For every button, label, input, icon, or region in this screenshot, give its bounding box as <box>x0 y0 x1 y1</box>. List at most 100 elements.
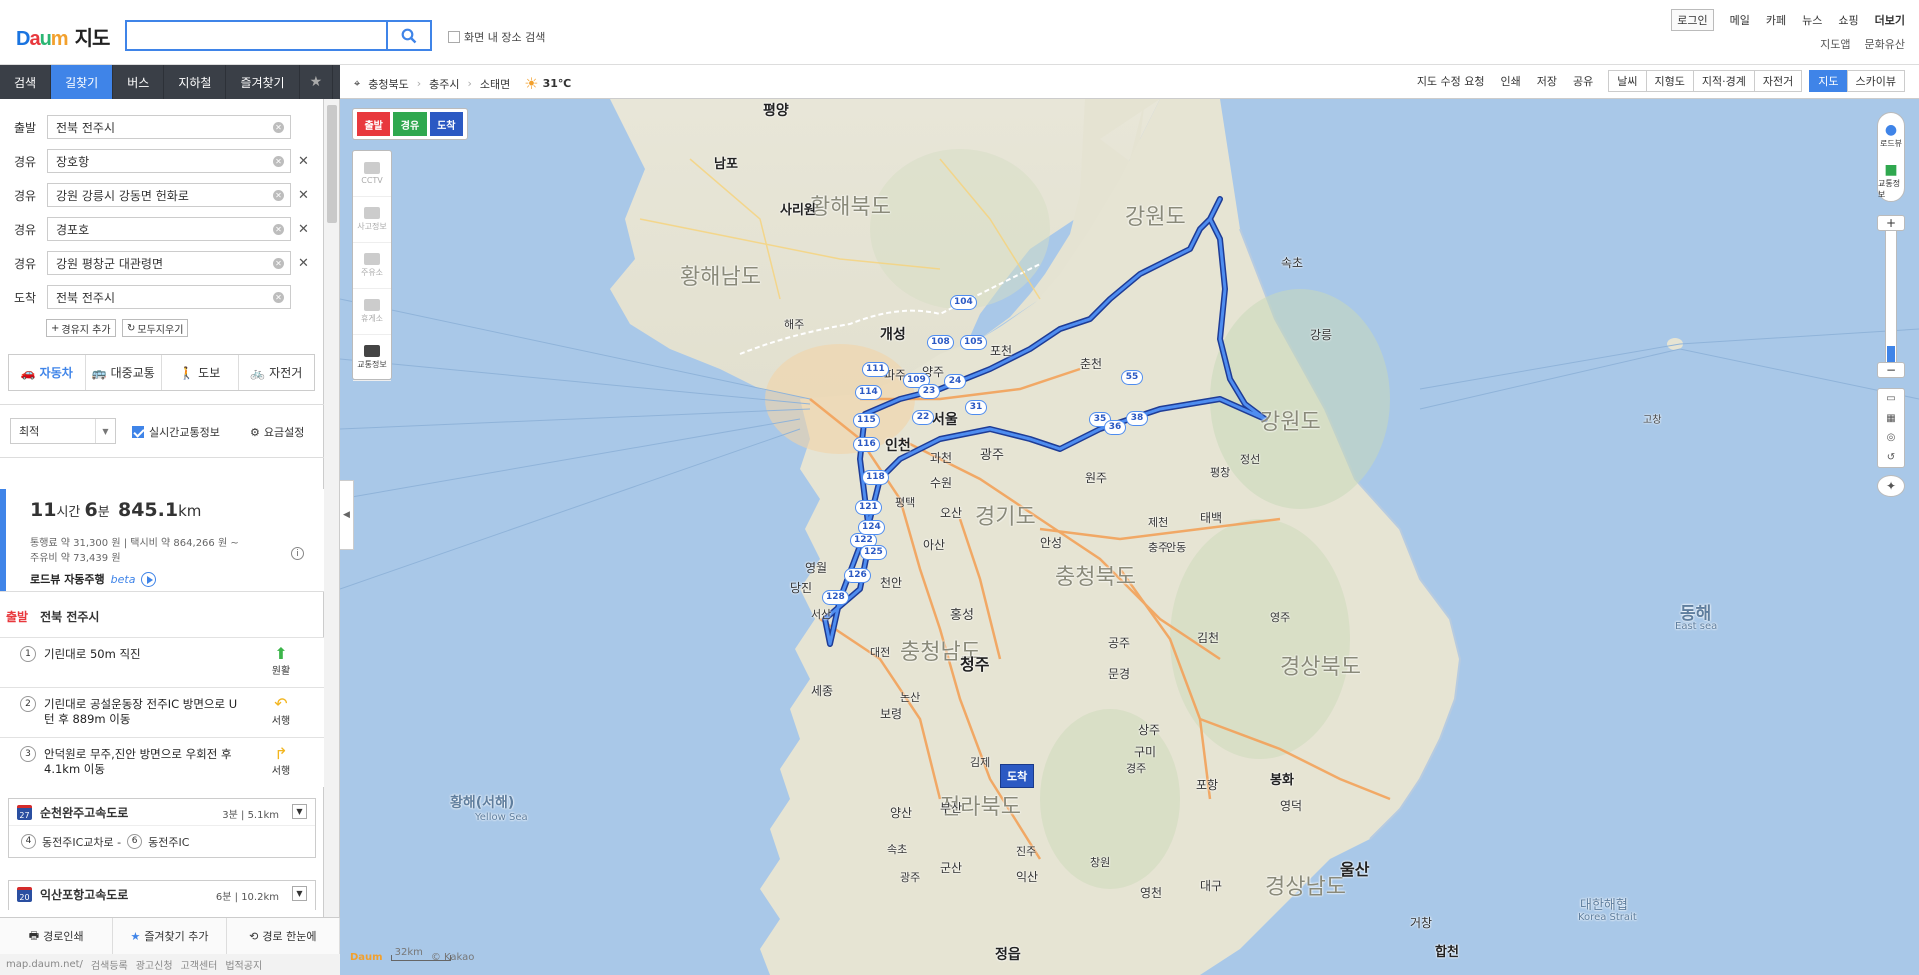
route-node-badge[interactable]: 24 <box>944 374 966 389</box>
footer-link[interactable]: 고객센터 <box>181 957 218 972</box>
map-type-skyview[interactable]: 스카이뷰 <box>1846 70 1905 92</box>
footer-link[interactable]: 광고신청 <box>136 957 173 972</box>
fee-setting-button[interactable]: ⚙ 요금설정 <box>250 424 304 440</box>
route-node-badge[interactable]: 55 <box>1121 370 1143 385</box>
direction-step[interactable]: 2 기린대로 공설운동장 전주IC 방면으로 U턴 후 889m 이동 ↶ 서행 <box>0 687 324 737</box>
tab-search[interactable]: 검색 <box>0 65 52 99</box>
zoom-slider[interactable] <box>1885 230 1897 370</box>
footer-link[interactable]: 법적공지 <box>225 957 262 972</box>
route-node-badge[interactable]: 108 <box>927 335 954 350</box>
tab-bus[interactable]: 버스 <box>113 65 165 99</box>
mode-walk[interactable]: 🚶 도보 <box>162 355 239 390</box>
traffic-control[interactable]: ■ 교통정보 <box>1878 158 1904 203</box>
info-icon[interactable]: i <box>291 547 304 560</box>
daum-logo[interactable]: Daum 지도 <box>16 22 110 51</box>
route-node-badge[interactable]: 22 <box>912 410 934 425</box>
radius-icon[interactable]: ◎ <box>1887 432 1896 443</box>
route-point-input[interactable]: 전북 전주시 ✕ <box>47 115 291 139</box>
tab-directions[interactable]: 길찾기 <box>51 65 114 99</box>
mode-transit[interactable]: 🚌 대중교통 <box>86 355 162 390</box>
roadview-control[interactable]: ● 로드뷰 <box>1878 113 1904 158</box>
area-icon[interactable]: ▦ <box>1886 413 1895 424</box>
print-route-button[interactable]: 🖶 경로인쇄 <box>0 918 114 954</box>
panel-collapse-button[interactable]: ◀ <box>340 480 354 550</box>
remove-via-icon[interactable]: ✕ <box>298 222 309 237</box>
shopping-link[interactable]: 쇼핑 <box>1838 12 1858 28</box>
add-via-button[interactable]: + 경유지 추가 <box>46 319 116 337</box>
layer-terrain[interactable]: 지형도 <box>1645 70 1694 92</box>
play-icon[interactable] <box>141 571 157 587</box>
arrive-marker[interactable]: 도착 <box>1000 764 1035 788</box>
compass-icon[interactable]: ✦ <box>1877 475 1905 497</box>
route-node-badge[interactable]: 111 <box>862 362 889 377</box>
route-node-badge[interactable]: 31 <box>965 400 987 415</box>
mode-car[interactable]: 🚗 자동차 <box>9 355 86 390</box>
news-link[interactable]: 뉴스 <box>1802 12 1822 28</box>
route-point-input[interactable]: 장호항 ✕ <box>47 149 291 173</box>
clear-icon[interactable]: ✕ <box>273 292 284 303</box>
tab-subway[interactable]: 지하철 <box>164 65 227 99</box>
breadcrumb-province[interactable]: 충청북도 <box>368 76 408 92</box>
weather[interactable]: ☀ 31℃ <box>524 74 571 93</box>
route-point-input[interactable]: 전북 전주시 ✕ <box>47 285 291 309</box>
chevron-down-icon[interactable]: ▼ <box>292 804 307 819</box>
remove-via-icon[interactable]: ✕ <box>298 188 309 203</box>
route-node-badge[interactable]: 114 <box>855 385 882 400</box>
zoom-out-button[interactable]: − <box>1877 362 1905 378</box>
route-node-badge[interactable]: 115 <box>853 413 880 428</box>
layer-cadastral[interactable]: 지적·경계 <box>1692 70 1755 92</box>
direction-step[interactable]: 1 기린대로 50m 직진 ⬆ 원활 <box>0 637 324 687</box>
arrive-flag-button[interactable]: 도착 <box>429 112 463 136</box>
route-node-badge[interactable]: 124 <box>858 520 885 535</box>
clear-icon[interactable]: ✕ <box>273 190 284 201</box>
route-node-badge[interactable]: 125 <box>860 545 887 560</box>
search-in-area-checkbox[interactable]: 화면 내 장소 검색 <box>448 29 545 45</box>
route-point-input[interactable]: 경포호 ✕ <box>47 217 291 241</box>
save-link[interactable]: 저장 <box>1529 73 1565 89</box>
map-canvas[interactable]: 황해북도 황해남도 강원도 강원도 경기도 충청북도 충청남도 경상북도 경상남도 전라북도 동해 E… <box>340 99 1919 975</box>
cafe-link[interactable]: 카페 <box>1766 12 1786 28</box>
route-node-badge[interactable]: 104 <box>950 295 977 310</box>
search-box[interactable] <box>125 20 388 51</box>
accident-tool[interactable]: 사고정보 <box>353 197 391 243</box>
search-button[interactable] <box>386 20 432 51</box>
route-node-badge[interactable]: 116 <box>853 437 880 452</box>
star-icon[interactable]: ★ <box>300 65 334 99</box>
scroll-thumb[interactable] <box>327 105 337 223</box>
gas-station-tool[interactable]: 주유소 <box>353 243 391 289</box>
route-summary[interactable]: 11시간 6분 845.1km 통행료 약 31,300 원 | 택시비 약 8… <box>0 489 324 591</box>
clear-icon[interactable]: ✕ <box>273 122 284 133</box>
route-point-input[interactable]: 강원 평창군 대관령면 ✕ <box>47 251 291 275</box>
mail-link[interactable]: 메일 <box>1730 12 1750 28</box>
tab-favorites[interactable]: 즐겨찾기 <box>226 65 300 99</box>
clear-icon[interactable]: ✕ <box>273 224 284 235</box>
remove-via-icon[interactable]: ✕ <box>298 154 309 169</box>
distance-icon[interactable]: ▭ <box>1886 393 1895 404</box>
rest-area-tool[interactable]: 휴게소 <box>353 289 391 335</box>
print-link[interactable]: 인쇄 <box>1493 73 1529 89</box>
clear-all-button[interactable]: ↻ 모두지우기 <box>122 319 189 337</box>
route-point-input[interactable]: 강원 강릉시 강동면 헌화로 ✕ <box>47 183 291 207</box>
route-node-badge[interactable]: 118 <box>862 470 889 485</box>
remove-via-icon[interactable]: ✕ <box>298 256 309 271</box>
add-favorite-button[interactable]: ★ 즐겨찾기 추가 <box>113 918 227 954</box>
edit-request-link[interactable]: 지도 수정 요청 <box>1409 73 1493 89</box>
route-node-badge[interactable]: 23 <box>918 384 940 399</box>
clear-icon[interactable]: ✕ <box>273 156 284 167</box>
route-node-badge[interactable]: 105 <box>960 335 987 350</box>
highway-section[interactable]: 20 익산포항고속도로 6분 | 10.2km ▼ <box>8 880 316 910</box>
realtime-traffic-checkbox[interactable]: 실시간교통정보 <box>132 424 220 440</box>
route-node-badge[interactable]: 36 <box>1104 420 1126 435</box>
route-node-badge[interactable]: 128 <box>822 590 849 605</box>
route-option-select[interactable]: 최적 ▼ <box>10 418 116 444</box>
breadcrumb-city[interactable]: 충주시 <box>429 76 459 92</box>
roadview-autodrive[interactable]: 로드뷰 자동주행 beta <box>30 571 157 587</box>
layer-weather[interactable]: 날씨 <box>1608 70 1647 92</box>
direction-step[interactable]: 3 안덕원로 무주,진안 방면으로 우회전 후 4.1km 이동 ↱ 서행 <box>0 737 324 787</box>
chevron-down-icon[interactable]: ▼ <box>292 886 307 901</box>
map-type-map[interactable]: 지도 <box>1809 70 1848 92</box>
layer-bicycle[interactable]: 자전거 <box>1753 70 1803 92</box>
route-node-badge[interactable]: 126 <box>844 568 871 583</box>
search-input[interactable] <box>127 22 382 49</box>
more-link[interactable]: 더보기 <box>1875 12 1905 28</box>
